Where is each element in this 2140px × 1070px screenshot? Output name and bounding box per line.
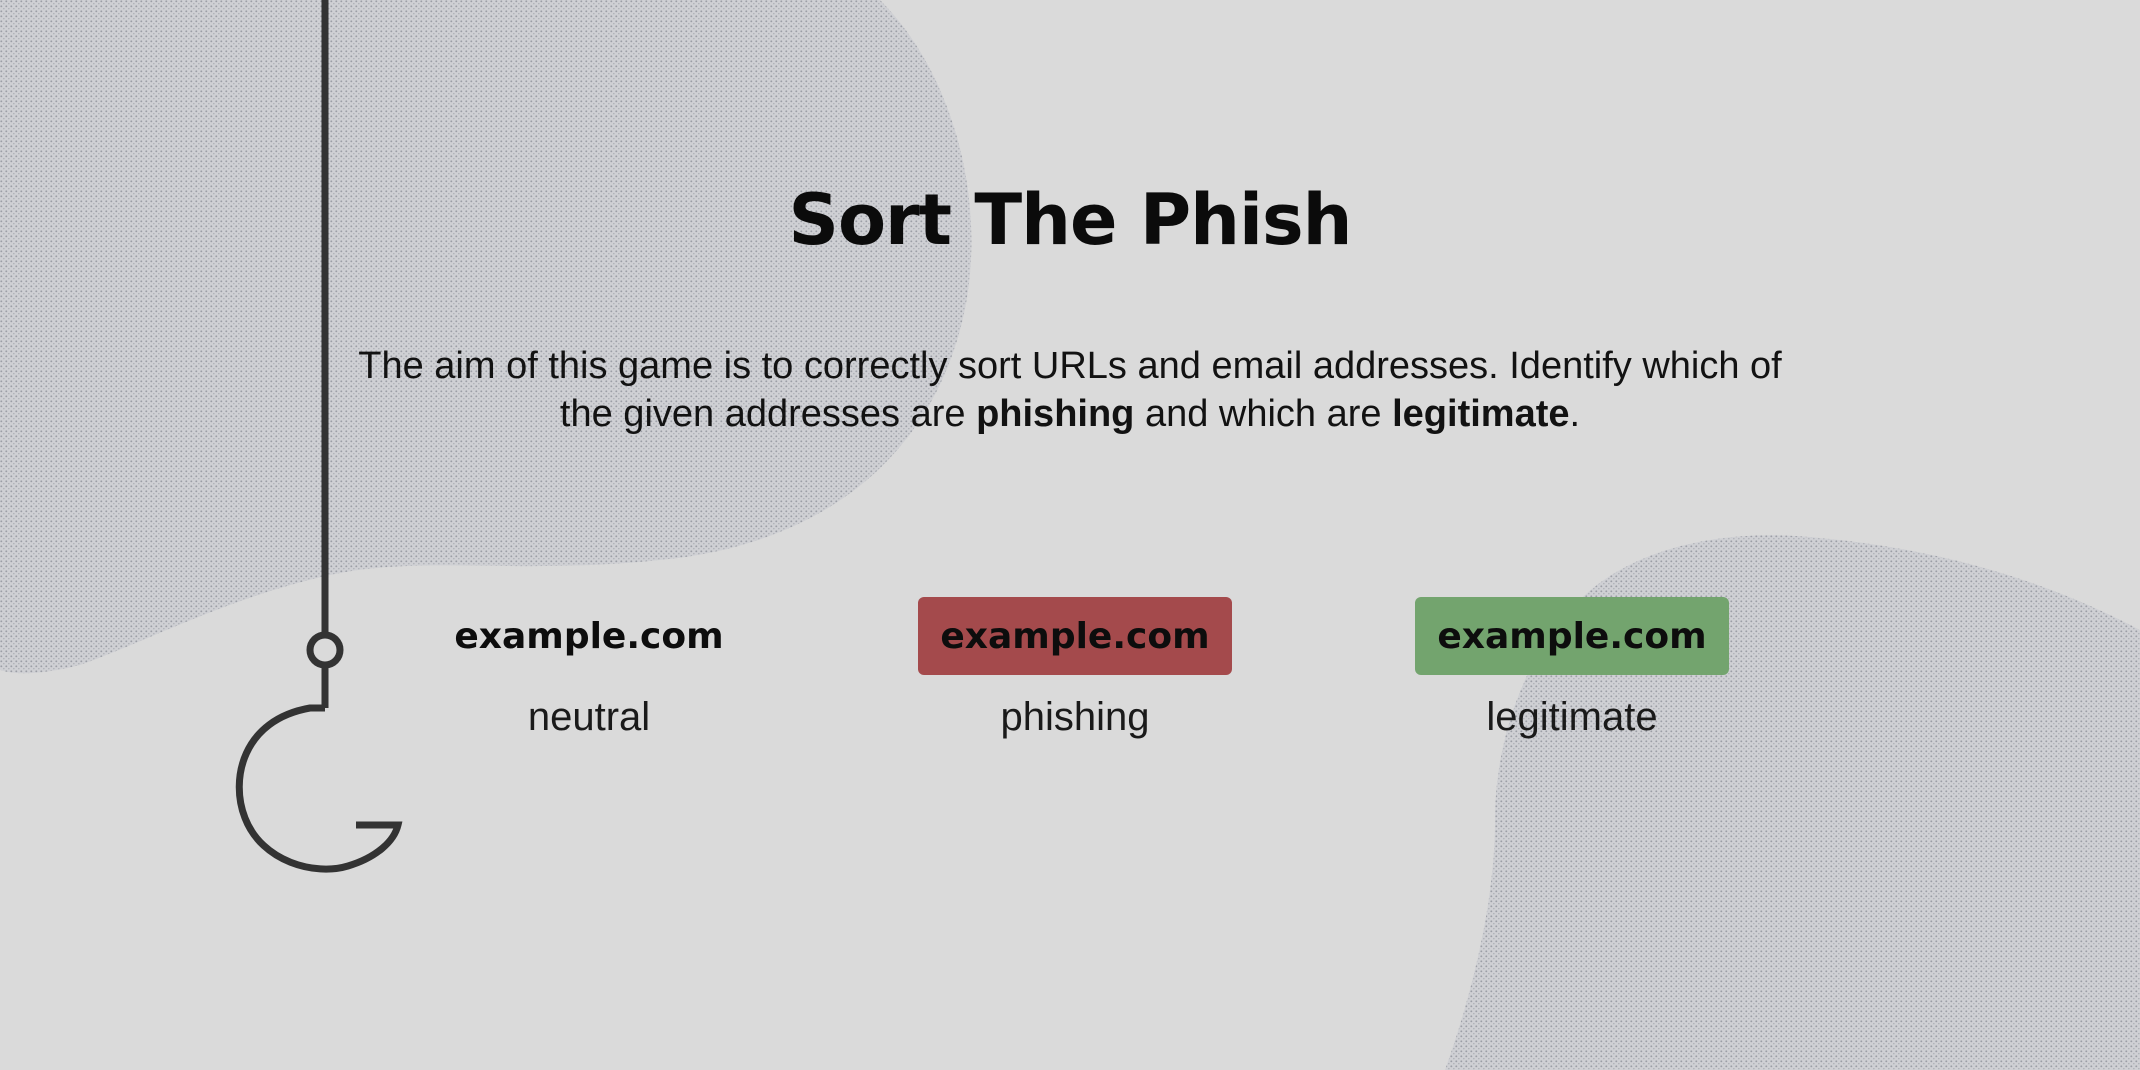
phishing-label: phishing xyxy=(1000,695,1150,739)
page-title: Sort The Phish xyxy=(788,179,1353,261)
phishing-address-chip: example.com xyxy=(918,597,1232,675)
legitimate-address-chip: example.com xyxy=(1415,597,1729,675)
legend-item-phishing: example.com phishing xyxy=(885,597,1265,743)
game-instructions: The aim of this game is to correctly sor… xyxy=(330,342,1810,438)
category-legend: example.com neutral example.com phishing… xyxy=(0,597,2140,777)
legend-item-neutral: example.com neutral xyxy=(399,597,779,743)
instructions-text-middle: and which are xyxy=(1134,393,1393,435)
phishing-keyword: phishing xyxy=(976,393,1135,435)
legend-item-legitimate: example.com legitimate xyxy=(1382,597,1762,743)
legitimate-keyword: legitimate xyxy=(1392,393,1570,435)
fishhook-icon xyxy=(235,0,403,873)
neutral-label: neutral xyxy=(527,695,651,739)
instructions-text-end: . xyxy=(1569,393,1581,435)
neutral-address-chip: example.com xyxy=(454,615,724,657)
legitimate-label: legitimate xyxy=(1486,695,1658,739)
